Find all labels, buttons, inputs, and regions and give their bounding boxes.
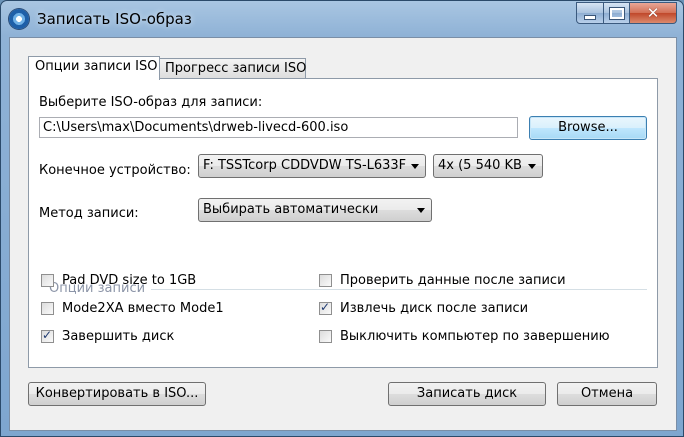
maximize-icon: [608, 6, 625, 20]
checkbox-box[interactable]: [41, 302, 54, 315]
burn-iso-window: Записать ISO-образ ✕ Опции записи ISO Пр…: [0, 0, 684, 437]
tab-burn-progress[interactable]: Прогресс записи ISO: [158, 58, 306, 79]
speed-select[interactable]: 4x (5 540 KB: [433, 154, 543, 178]
checkbox-mode2xa[interactable]: Mode2XA вместо Mode1: [41, 301, 224, 316]
checkbox-eject-disc[interactable]: Извлечь диск после записи: [319, 300, 529, 316]
device-label: Конечное устройство:: [39, 163, 191, 178]
iso-image-label: Выберите ISO-образ для записи:: [39, 95, 263, 110]
close-icon: ✕: [646, 3, 660, 22]
burn-disc-button[interactable]: Записать диск: [388, 382, 546, 406]
device-select-value: F: TSSTcorp CDDVDW TS-L633F: [203, 158, 407, 173]
window-title: Записать ISO-образ: [37, 10, 192, 28]
checkbox-label: Выключить компьютер по завершению: [340, 329, 610, 344]
title-bar[interactable]: Записать ISO-образ ✕: [1, 1, 683, 37]
checkbox-shutdown[interactable]: Выключить компьютер по завершению: [319, 329, 610, 344]
method-select[interactable]: Выбирать автоматически: [198, 198, 432, 222]
checkbox-label: Извлечь диск после записи: [340, 301, 529, 316]
options-group-divider: [151, 289, 647, 290]
convert-to-iso-button[interactable]: Конвертировать в ISO...: [28, 382, 206, 406]
chevron-down-icon: [528, 164, 536, 169]
checkbox-verify-data[interactable]: Проверить данные после записи: [319, 273, 566, 288]
checkbox-box[interactable]: [41, 274, 54, 287]
speed-select-value: 4x (5 540 KB: [438, 158, 522, 173]
browse-button[interactable]: Browse...: [529, 116, 647, 140]
chevron-down-icon: [411, 164, 419, 169]
dialog-body: Опции записи ISO Прогресс записи ISO Выб…: [9, 37, 677, 431]
minimize-icon: [584, 14, 596, 20]
checkbox-label: Проверить данные после записи: [340, 273, 566, 288]
minimize-button[interactable]: [576, 2, 604, 24]
disc-icon: [9, 9, 29, 29]
checkbox-box[interactable]: [319, 330, 332, 343]
method-select-value: Выбирать автоматически: [203, 202, 379, 217]
device-select[interactable]: F: TSSTcorp CDDVDW TS-L633F: [198, 154, 426, 178]
checkbox-box-checked[interactable]: [319, 300, 332, 315]
tab-burn-options[interactable]: Опции записи ISO: [28, 56, 160, 80]
maximize-button[interactable]: [604, 2, 630, 24]
checkbox-label: Pad DVD size to 1GB: [62, 273, 197, 288]
checkbox-box[interactable]: [319, 274, 332, 287]
checkbox-box-checked[interactable]: [41, 328, 54, 343]
checkbox-finalize-disc[interactable]: Завершить диск: [41, 328, 175, 344]
checkbox-pad-dvd[interactable]: Pad DVD size to 1GB: [41, 273, 196, 288]
method-label: Метод записи:: [39, 206, 139, 221]
chevron-down-icon: [417, 208, 425, 213]
close-button[interactable]: ✕: [630, 2, 677, 24]
tab-panel-options: Выберите ISO-образ для записи: C:\Users\…: [28, 78, 658, 368]
cancel-button[interactable]: Отмена: [557, 382, 657, 406]
checkbox-label: Завершить диск: [62, 329, 175, 344]
caption-buttons: ✕: [576, 2, 677, 24]
checkbox-label: Mode2XA вместо Mode1: [62, 301, 224, 316]
iso-path-input[interactable]: C:\Users\max\Documents\drweb-livecd-600.…: [39, 117, 518, 138]
